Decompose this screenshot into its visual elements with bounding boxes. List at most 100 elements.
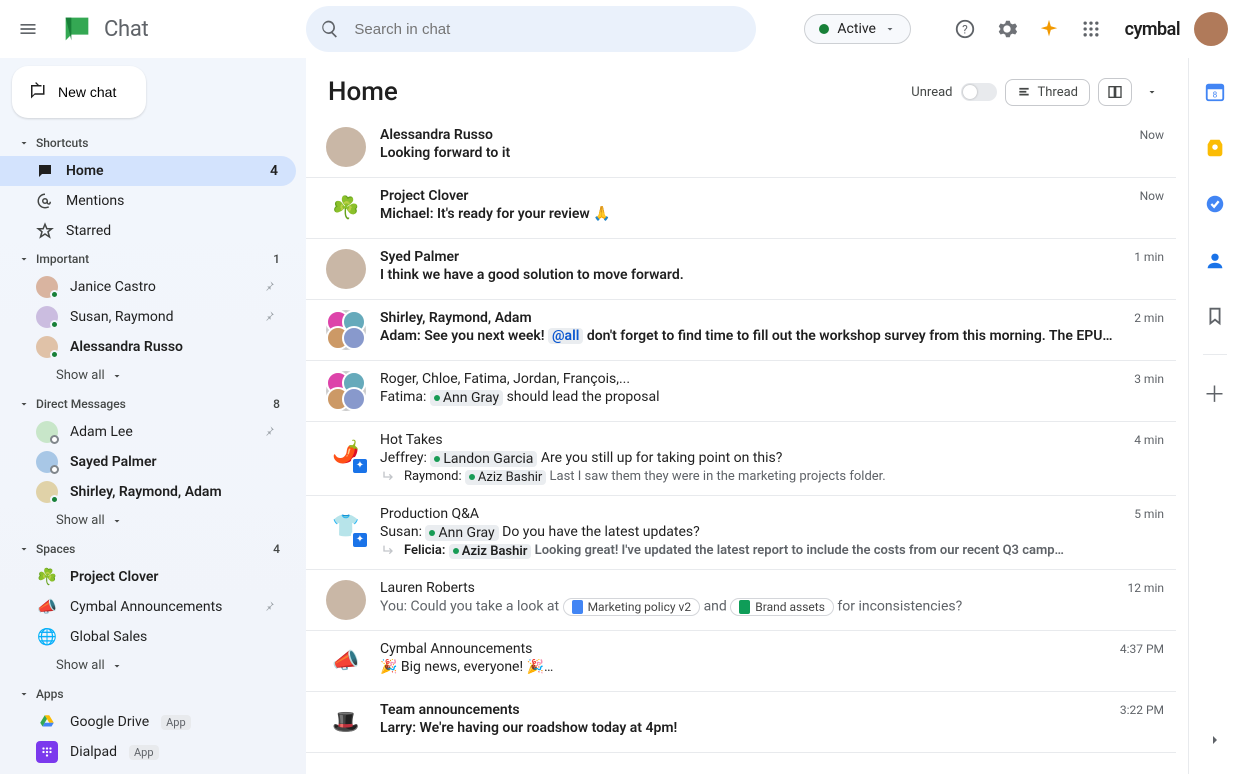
space-item[interactable]: ☘️ Project Clover <box>0 562 296 592</box>
nav-starred[interactable]: Starred <box>0 216 296 246</box>
side-app-tasks[interactable] <box>1195 184 1235 224</box>
search-bar[interactable] <box>306 6 756 52</box>
mention-chip[interactable]: Aziz Bashir <box>449 544 532 559</box>
apps-grid-icon <box>1081 19 1101 39</box>
status-chip[interactable]: Active <box>804 14 911 44</box>
help-button[interactable]: ? <box>945 9 985 49</box>
space-emoji-icon: 🌐 <box>36 626 58 648</box>
app-badge: App <box>129 745 159 760</box>
conversation-row[interactable]: ☘️ Project Clover Now Michael: It's read… <box>306 178 1176 239</box>
dm-item[interactable]: Janice Castro <box>0 272 296 302</box>
nav-label: Mentions <box>66 193 124 209</box>
message-snippet: Jeffrey: Landon Garcia Are you still up … <box>380 450 1164 467</box>
conversation-row[interactable]: 🌶️ ✦ Hot Takes 4 min Jeffrey: Landon Gar… <box>306 422 1176 496</box>
search-input[interactable] <box>352 20 742 39</box>
space-item[interactable]: 🌐 Global Sales <box>0 622 296 652</box>
tasks-icon <box>1204 193 1226 215</box>
presence-away-icon <box>50 465 59 474</box>
dm-item[interactable]: Adam Lee <box>0 417 296 447</box>
side-panel-collapse[interactable] <box>1195 720 1235 760</box>
conversation-list[interactable]: Alessandra Russo Now Looking forward to … <box>306 117 1182 774</box>
gemini-button[interactable] <box>1029 9 1069 49</box>
view-mode-button[interactable] <box>1098 78 1132 106</box>
space-emoji-icon: 📣 <box>36 596 58 618</box>
dm-item[interactable]: Sayed Palmer <box>0 447 296 477</box>
conversation-row[interactable]: Syed Palmer 1 min I think we have a good… <box>306 239 1176 300</box>
section-important-header[interactable]: Important 1 <box>0 246 306 272</box>
conversation-row[interactable]: Roger, Chloe, Fatima, Jordan, François,.… <box>306 361 1176 422</box>
chevron-down-icon <box>111 370 123 382</box>
space-item[interactable]: 📣 Cymbal Announcements <box>0 592 296 622</box>
nav-count: 4 <box>270 163 278 179</box>
view-more-button[interactable] <box>1140 81 1164 103</box>
conversation-row[interactable]: 👕 ✦ Production Q&A 5 min Susan: Ann Gray… <box>306 496 1176 570</box>
app-item[interactable]: Google Drive App <box>0 707 296 737</box>
dm-item[interactable]: Susan, Raymond <box>0 302 296 332</box>
mention-chip[interactable]: Aziz Bashir <box>465 470 546 485</box>
mention-chip[interactable]: Ann Gray <box>430 390 503 406</box>
settings-button[interactable] <box>987 9 1027 49</box>
section-apps-header[interactable]: Apps <box>0 681 306 707</box>
caret-down-icon <box>18 253 30 265</box>
dm-item[interactable]: Alessandra Russo <box>0 332 296 362</box>
status-dot-icon <box>819 24 829 34</box>
side-app-contacts[interactable] <box>1195 240 1235 280</box>
conversation-row[interactable]: Shirley, Raymond, Adam 2 min Adam: See y… <box>306 300 1176 361</box>
doc-chip[interactable]: Brand assets <box>730 598 834 616</box>
reply-arrow-icon <box>380 469 398 485</box>
conversation-avatar <box>326 249 366 289</box>
top-bar: Chat Active ? cymbal <box>0 0 1240 58</box>
account-avatar[interactable] <box>1194 12 1228 46</box>
conversation-row[interactable]: 🎩 Team announcements 3:22 PM Larry: We'r… <box>306 692 1176 753</box>
important-show-all[interactable]: Show all <box>0 362 306 391</box>
thread-reply-snippet: Felicia: Aziz Bashir Looking great! I've… <box>380 543 1164 559</box>
svg-text:8: 8 <box>1212 91 1217 101</box>
unread-toggle[interactable] <box>961 83 997 101</box>
conversation-name: Project Clover <box>380 188 468 204</box>
unread-label: Unread <box>911 85 952 100</box>
new-chat-button[interactable]: New chat <box>12 66 146 118</box>
section-dm-header[interactable]: Direct Messages 8 <box>0 391 306 417</box>
main-menu-button[interactable] <box>8 9 48 49</box>
side-app-keep[interactable] <box>1195 128 1235 168</box>
side-app-calendar[interactable]: 8 <box>1195 72 1235 112</box>
thread-filter-chip[interactable]: Thread <box>1005 79 1091 106</box>
side-app-extra[interactable] <box>1195 296 1235 336</box>
conversation-time: 3 min <box>1134 372 1164 386</box>
doc-chip[interactable]: Marketing policy v2 <box>563 598 701 616</box>
pin-icon <box>264 280 278 294</box>
star-icon <box>36 222 54 240</box>
section-spaces-header[interactable]: Spaces 4 <box>0 536 306 562</box>
conversation-row[interactable]: Lauren Roberts 12 min You: Could you tak… <box>306 570 1176 631</box>
section-shortcuts-header[interactable]: Shortcuts <box>0 130 306 156</box>
app-item[interactable]: Dialpad App <box>0 737 296 767</box>
conversation-row[interactable]: 📣 Cymbal Announcements 4:37 PM 🎉 Big new… <box>306 631 1176 692</box>
chevron-down-icon <box>1146 86 1158 98</box>
dm-item[interactable]: Shirley, Raymond, Adam <box>0 477 296 507</box>
nav-mentions[interactable]: Mentions <box>0 186 296 216</box>
sender-prefix: Jeffrey: <box>380 450 430 466</box>
section-important-count: 1 <box>273 252 288 266</box>
message-snippet: Adam: See you next week! @all don't forg… <box>380 328 1164 344</box>
nav-home[interactable]: Home 4 <box>0 156 296 186</box>
conversation-name: Team announcements <box>380 702 520 718</box>
presence-away-icon <box>50 435 59 444</box>
conversation-avatar <box>326 310 366 350</box>
gear-icon <box>996 18 1018 40</box>
app-logo: Chat <box>56 12 148 46</box>
presence-active-icon <box>50 290 59 299</box>
mention-chip[interactable]: Landon Garcia <box>430 451 537 467</box>
apps-launcher-button[interactable] <box>1071 9 1111 49</box>
search-icon <box>320 19 340 39</box>
space-emoji-icon: ☘️ <box>36 566 58 588</box>
presence-active-icon <box>50 350 59 359</box>
mention-chip[interactable]: Ann Gray <box>425 525 498 541</box>
plus-icon: ＋ <box>1203 377 1225 409</box>
side-panel-add[interactable]: ＋ <box>1195 373 1235 413</box>
dm-show-all[interactable]: Show all <box>0 507 306 536</box>
conversation-row[interactable]: Alessandra Russo Now Looking forward to … <box>306 117 1176 178</box>
hamburger-icon <box>18 19 38 39</box>
spaces-show-all[interactable]: Show all <box>0 652 306 681</box>
divider <box>1203 354 1227 355</box>
conversation-avatar <box>326 580 366 620</box>
